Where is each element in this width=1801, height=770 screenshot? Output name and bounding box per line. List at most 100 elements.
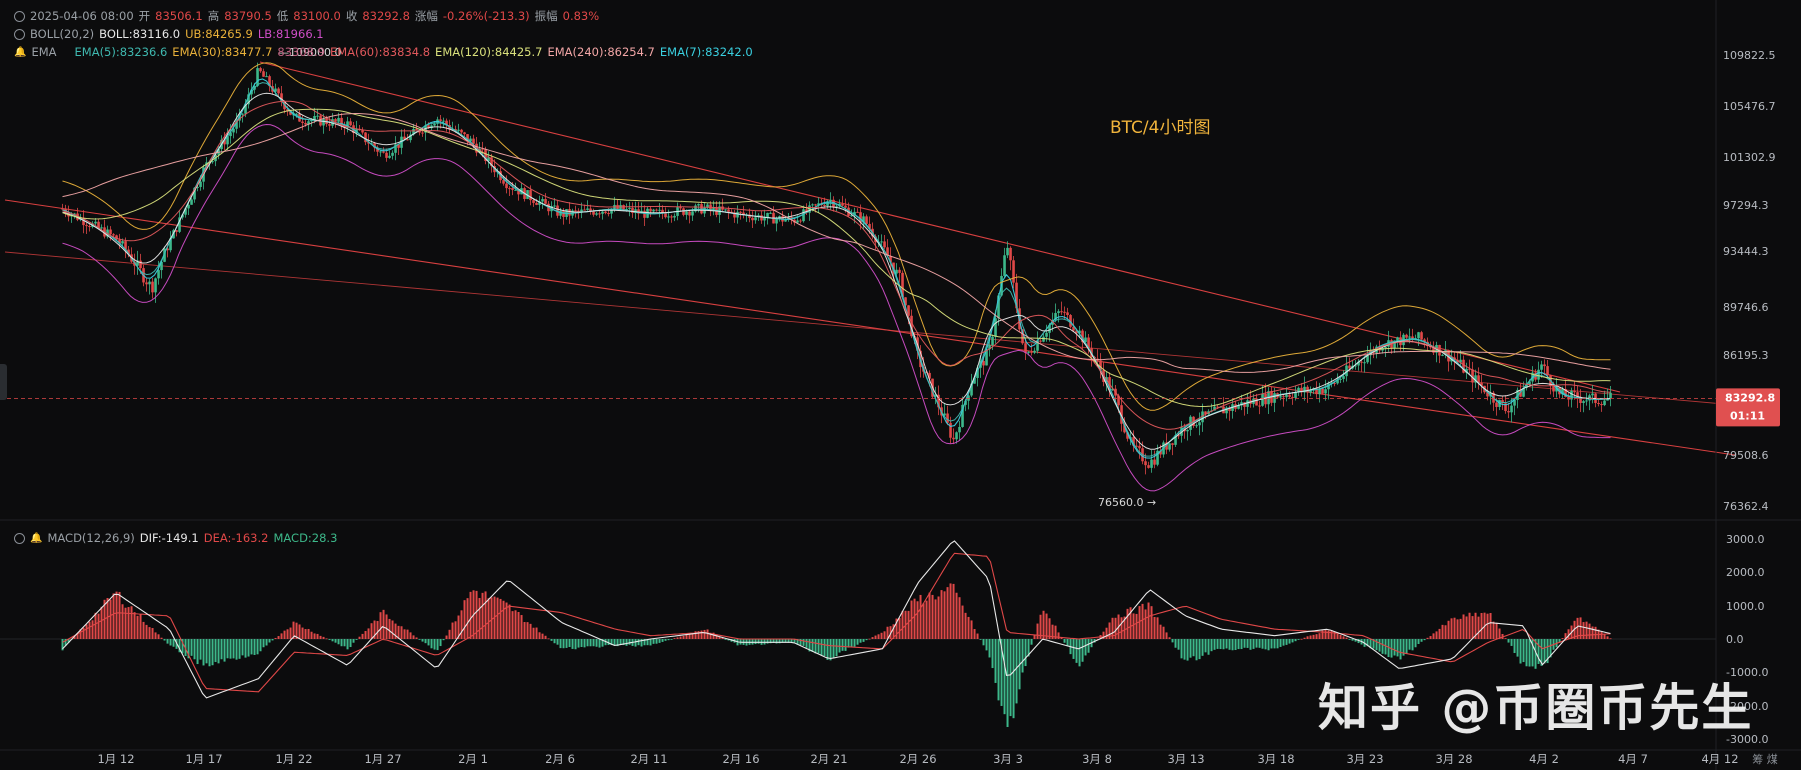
side-panel-handle[interactable] [0, 364, 7, 400]
macd-bar [211, 639, 214, 666]
candle-body [199, 181, 202, 187]
macd-bar [1288, 639, 1291, 644]
macd-bar [208, 639, 211, 667]
macd-bar [379, 612, 382, 639]
axis-corner-label: 筹 煤 [1752, 752, 1778, 766]
macd-bar [1036, 623, 1039, 639]
macd-bar [382, 609, 385, 639]
candle-body [763, 217, 766, 221]
candle-body [769, 212, 772, 214]
candle-body [841, 203, 844, 206]
macd-bar [478, 597, 481, 639]
boll-name: BOLL(20,2) [30, 27, 95, 41]
candle-body [1147, 465, 1150, 468]
macd-bar [661, 639, 664, 642]
macd-bar [238, 639, 241, 659]
macd-bar [286, 629, 289, 639]
macd-bar [844, 639, 847, 651]
candle-body [442, 120, 445, 122]
macd-bar [190, 639, 193, 656]
eye-icon[interactable] [14, 28, 25, 40]
bell-icon[interactable]: 🔔 [14, 47, 26, 58]
candle-body [1360, 361, 1363, 363]
macd-bar [1132, 613, 1135, 639]
ema-overlap: 83308.9 [277, 45, 325, 59]
ema60: EMA(60):83834.8 [329, 45, 431, 59]
eye-icon[interactable] [14, 10, 25, 22]
macd-bar [94, 612, 97, 639]
macd-bar [1309, 635, 1312, 639]
macd-bar [1432, 633, 1435, 639]
macd-bar [433, 639, 436, 650]
bell-icon[interactable]: 🔔 [30, 533, 42, 544]
candle-body [1546, 366, 1549, 376]
bar-date: 2025-04-06 08:00 [30, 9, 134, 23]
candle-body [1153, 459, 1156, 465]
macd-bar [1168, 637, 1171, 639]
macd-bar [1075, 639, 1078, 663]
macd-bar [676, 637, 679, 639]
macd-bar [502, 600, 505, 639]
candle-body [1510, 405, 1513, 413]
macd-bar [454, 621, 457, 639]
candle-body [673, 215, 676, 218]
macd-bar [559, 639, 562, 649]
low-label: 低 [276, 9, 289, 23]
macd-bar [1303, 637, 1306, 639]
candle-body [829, 199, 832, 202]
macd-bar [142, 621, 145, 639]
macd-bar [802, 639, 805, 646]
chart-canvas[interactable]: BTC/4小时图—109000.076560.0 → 83292.8 01:11 1… [0, 0, 1801, 770]
macd-bar [1480, 613, 1483, 639]
candle-body [1006, 247, 1009, 256]
boll-lower-line [62, 123, 1611, 492]
x-tick-label: 3月 3 [993, 752, 1023, 766]
macd-bar [724, 639, 727, 640]
macd-bar [547, 638, 550, 640]
macd-bar [1246, 639, 1249, 648]
macd-bar [361, 633, 364, 639]
candle-body [1063, 311, 1066, 313]
candle-body [1417, 332, 1420, 339]
candle-body [1186, 429, 1189, 432]
macd-bar [388, 618, 391, 639]
price-tick-label: 109822.5 [1723, 49, 1776, 62]
eye-icon[interactable] [14, 532, 25, 544]
macd-bar [406, 629, 409, 639]
candle-body [529, 190, 532, 201]
macd-bar [1294, 639, 1297, 642]
macd-bar [214, 639, 217, 663]
macd-bar [337, 639, 340, 645]
macd-bar [1438, 628, 1441, 639]
candle-body [898, 269, 901, 273]
macd-bar [1492, 621, 1495, 639]
macd-bar [1252, 639, 1255, 649]
macd-bar [577, 639, 580, 648]
candle-body [301, 121, 304, 123]
macd-bar [583, 639, 586, 648]
candle-body [1573, 390, 1576, 393]
macd-bar [1435, 631, 1438, 639]
macd-bar [274, 637, 277, 639]
macd-bar [310, 631, 313, 639]
macd-bar [538, 632, 541, 639]
macd-bar [1222, 639, 1225, 650]
ema30: EMA(30):83477.7 [172, 45, 273, 59]
macd-bar [145, 624, 148, 639]
candle-body [952, 437, 955, 440]
macd-bar [1318, 633, 1321, 639]
candle-body [844, 205, 847, 208]
candle-body [880, 241, 883, 243]
macd-bar [1522, 639, 1525, 663]
macd-bar [1255, 639, 1258, 648]
macd-bar [1120, 617, 1123, 639]
macd-bar [376, 620, 379, 639]
candle-body [1060, 311, 1063, 313]
macd-bar [703, 629, 706, 639]
macd-bar [415, 637, 418, 639]
macd-bar [1426, 637, 1429, 639]
macd-bar [85, 624, 88, 639]
candle-body [112, 234, 115, 236]
macd-bar [985, 639, 988, 651]
candle-body [1261, 393, 1264, 406]
